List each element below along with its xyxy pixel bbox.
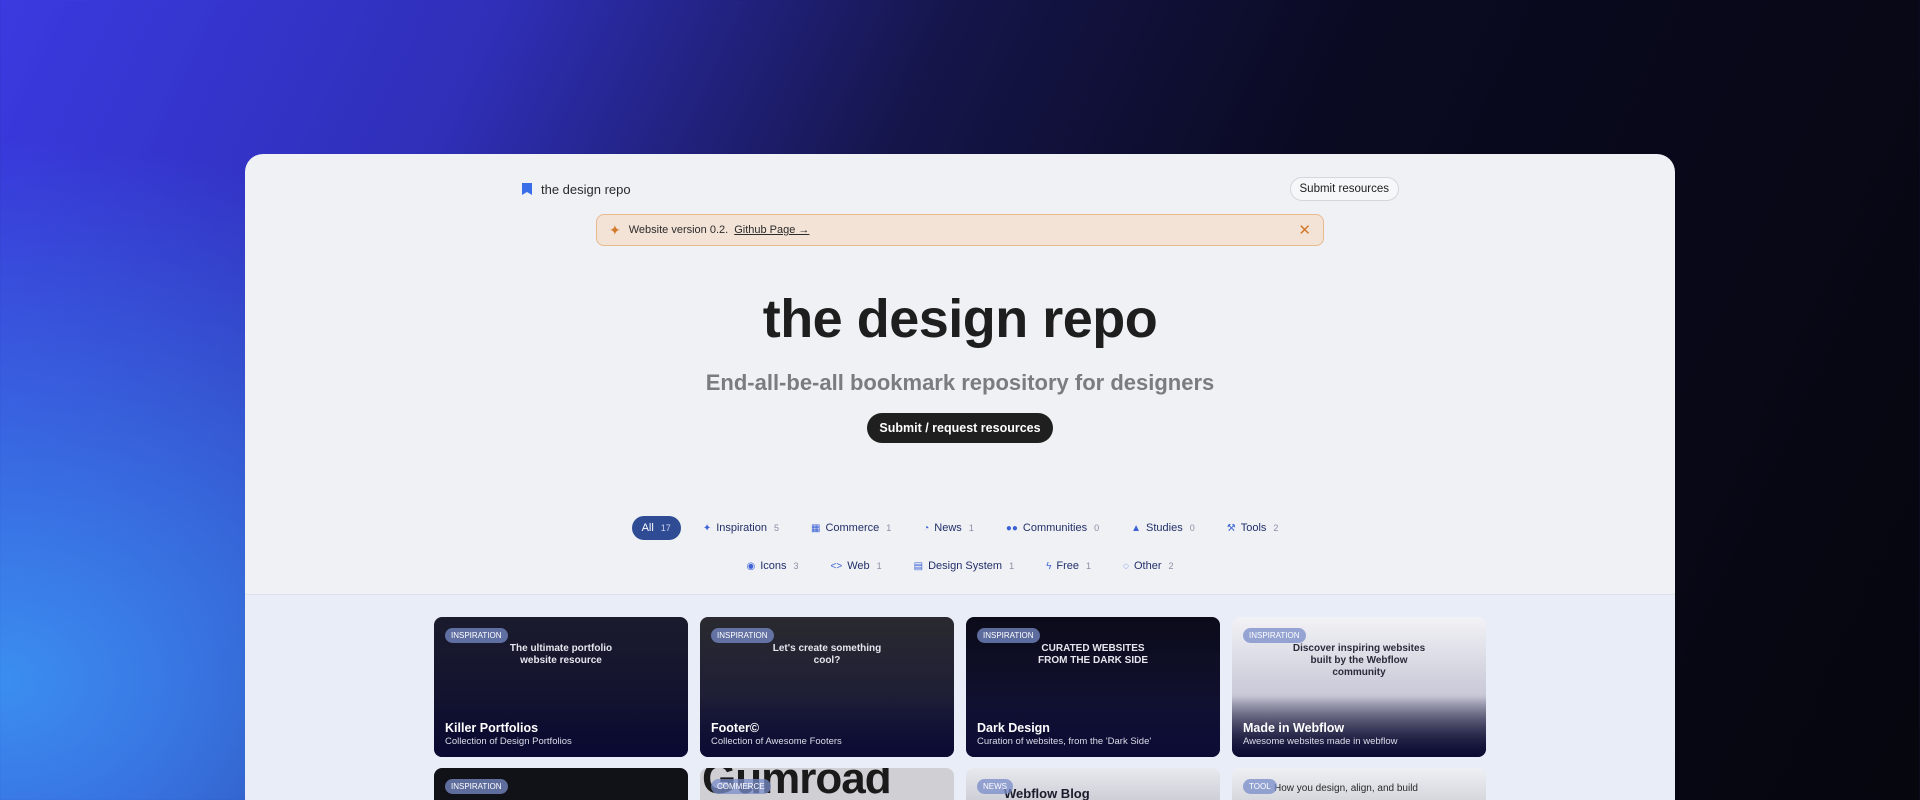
filter-chip-communities[interactable]: ●● Communities 0 xyxy=(996,516,1109,540)
card-preview: How you design, align, and build xyxy=(1274,783,1418,794)
card-title: Made in Webflow xyxy=(1243,721,1345,735)
filter-label: Icons xyxy=(760,560,787,572)
icons-icon: ◉ xyxy=(746,560,756,572)
store-icon: ▦ xyxy=(810,522,821,534)
filter-count: 1 xyxy=(876,561,882,571)
version-banner: ✦ Website version 0.2. Github Page → ✕ xyxy=(596,214,1324,246)
filter-label: Tools xyxy=(1240,522,1267,534)
card-description: Awesome websites made in webflow xyxy=(1243,736,1398,747)
card-preview: The ultimate portfolio website resource xyxy=(509,643,613,666)
code-icon: <> xyxy=(830,560,843,572)
card-tag: INSPIRATION xyxy=(445,779,508,794)
page-subtitle: End-all-be-all bookmark repository for d… xyxy=(705,370,1215,395)
filter-label: Communities xyxy=(1022,522,1088,534)
card-description: Curation of websites, from the 'Dark Sid… xyxy=(977,736,1152,747)
resource-card[interactable]: INSPIRATION xyxy=(434,768,688,800)
bookmark-icon xyxy=(522,183,532,195)
filter-count: 1 xyxy=(1009,561,1015,571)
submit-resources-button[interactable]: Submit resources xyxy=(1289,177,1399,201)
card-title: Footer© xyxy=(711,721,760,735)
graduation-cap-icon: ▲ xyxy=(1131,522,1142,534)
card-tag: NEWS xyxy=(977,779,1013,794)
filter-chip-design-system[interactable]: ▤ Design System 1 xyxy=(904,554,1024,578)
filter-chip-tools[interactable]: ⚒ Tools 2 xyxy=(1217,516,1289,540)
rss-icon: ◔ xyxy=(923,522,930,534)
filter-count: 0 xyxy=(1189,523,1195,533)
filter-chip-inspiration[interactable]: ✦ Inspiration 5 xyxy=(693,516,789,540)
card-tag: TOOL xyxy=(1243,779,1277,794)
filter-label: Inspiration xyxy=(716,522,767,534)
filter-chip-studies[interactable]: ▲ Studies 0 xyxy=(1121,516,1205,540)
resource-card[interactable]: The ultimate portfolio website resource … xyxy=(434,617,688,757)
filter-chip-commerce[interactable]: ▦ Commerce 1 xyxy=(801,516,901,540)
card-tag: INSPIRATION xyxy=(445,628,508,643)
card-description: Collection of Design Portfolios xyxy=(445,736,572,747)
filter-count: 17 xyxy=(660,523,671,533)
filter-chip-other[interactable]: ◌ Other 2 xyxy=(1113,554,1183,578)
card-title: Killer Portfolios xyxy=(445,721,539,735)
filter-count: 3 xyxy=(793,561,799,571)
github-link[interactable]: Github Page → xyxy=(734,224,809,236)
card-title: Dark Design xyxy=(977,721,1050,735)
filter-label: All xyxy=(641,522,654,534)
resource-grid-area: The ultimate portfolio website resource … xyxy=(245,594,1675,800)
brand[interactable]: the design repo xyxy=(521,182,631,197)
document-icon: ▤ xyxy=(913,560,924,572)
card-tag: COMMERCE xyxy=(711,779,771,794)
bolt-icon: ϟ xyxy=(1046,560,1052,572)
card-tag: INSPIRATION xyxy=(977,628,1040,643)
filter-label: Studies xyxy=(1146,522,1183,534)
sparkles-icon: ✦ xyxy=(702,522,712,534)
category-filters-row1: All 17 ✦ Inspiration 5 ▦ Commerce 1 ◔ Ne… xyxy=(245,516,1675,540)
banner-text: Website version 0.2. xyxy=(628,224,729,236)
filter-chip-web[interactable]: <> Web 1 xyxy=(821,554,892,578)
card-preview: Webflow Blog xyxy=(1004,786,1090,800)
sparkles-icon: ✦ xyxy=(609,221,621,238)
category-filters-row2: ◉ Icons 3 <> Web 1 ▤ Design System 1 ϟ F… xyxy=(245,554,1675,578)
resource-card[interactable]: Gumroad COMMERCE xyxy=(700,768,954,800)
page-title: the design repo xyxy=(762,289,1158,349)
submit-request-button[interactable]: Submit / request resources xyxy=(867,413,1053,443)
filter-label: Commerce xyxy=(825,522,880,534)
filter-count: 5 xyxy=(773,523,779,533)
filter-label: Free xyxy=(1056,560,1080,572)
resource-card[interactable]: Webflow Blog NEWS xyxy=(966,768,1220,800)
users-icon: ●● xyxy=(1005,522,1018,534)
resource-card[interactable]: How you design, align, and build TOOL xyxy=(1232,768,1486,800)
filter-chip-icons[interactable]: ◉ Icons 3 xyxy=(736,554,808,578)
brand-name: the design repo xyxy=(541,181,631,197)
filter-count: 1 xyxy=(886,523,892,533)
app-frame: the design repo Submit resources ✦ Websi… xyxy=(245,154,1675,800)
hero-cta-wrap: Submit / request resources xyxy=(245,413,1675,443)
resource-card[interactable]: Let's create something cool? INSPIRATION… xyxy=(700,617,954,757)
filter-chip-news[interactable]: ◔ News 1 xyxy=(913,516,984,540)
resource-card[interactable]: CURATED WEBSITES FROM THE DARK SIDE INSP… xyxy=(966,617,1220,757)
resource-grid: The ultimate portfolio website resource … xyxy=(434,617,1486,800)
filter-count: 2 xyxy=(1273,523,1279,533)
filter-label: Other xyxy=(1133,560,1162,572)
card-tag: INSPIRATION xyxy=(1243,628,1306,643)
filter-label: Web xyxy=(847,560,870,572)
card-tag: INSPIRATION xyxy=(711,628,774,643)
filter-label: Design System xyxy=(928,560,1003,572)
card-preview: Let's create something cool? xyxy=(772,643,882,666)
card-preview: CURATED WEBSITES FROM THE DARK SIDE xyxy=(1038,643,1148,666)
close-icon[interactable]: ✕ xyxy=(1298,221,1311,239)
filter-count: 0 xyxy=(1094,523,1100,533)
filter-count: 1 xyxy=(1086,561,1092,571)
circle-dashed-icon: ◌ xyxy=(1123,560,1129,572)
filter-count: 1 xyxy=(968,523,974,533)
filter-count: 2 xyxy=(1168,561,1174,571)
filter-label: News xyxy=(934,522,962,534)
filter-chip-free[interactable]: ϟ Free 1 xyxy=(1036,554,1101,578)
filter-chip-all[interactable]: All 17 xyxy=(631,516,681,540)
wrench-icon: ⚒ xyxy=(1226,522,1236,534)
card-preview: Discover inspiring websites built by the… xyxy=(1292,643,1426,678)
card-description: Collection of Awesome Footers xyxy=(711,736,842,747)
resource-card[interactable]: Discover inspiring websites built by the… xyxy=(1232,617,1486,757)
top-nav: the design repo Submit resources xyxy=(521,176,1399,202)
